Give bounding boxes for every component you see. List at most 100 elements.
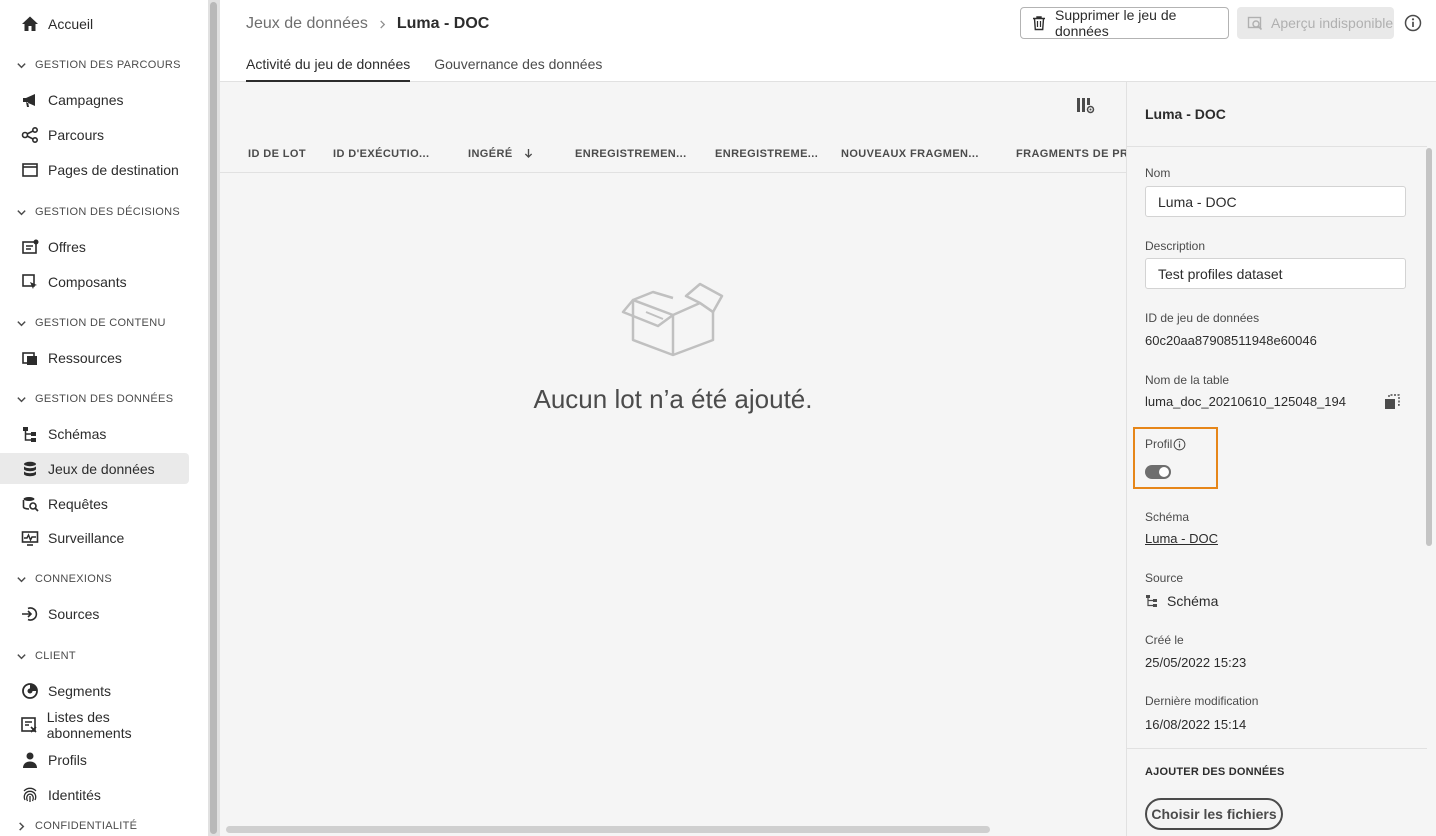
chevron-down-icon: [15, 206, 27, 218]
sidebar-item-label: Campagnes: [48, 91, 124, 108]
sidebar-item-landing-pages[interactable]: Pages de destination: [0, 154, 189, 185]
copy-icon[interactable]: [1383, 393, 1401, 411]
sidebar-item-label: Accueil: [48, 15, 94, 32]
description-field[interactable]: [1145, 258, 1406, 289]
sidebar-section-journeys[interactable]: GESTION DES PARCOURS: [0, 55, 189, 75]
schema-label: Schéma: [1145, 510, 1190, 524]
section-label: GESTION DES PARCOURS: [35, 59, 181, 71]
add-data-heading: AJOUTER DES DONNÉES: [1145, 766, 1285, 778]
sidebar-item-offers[interactable]: Offres: [0, 231, 189, 262]
sidebar-item-segments[interactable]: Segments: [0, 675, 189, 706]
schema-link[interactable]: Luma - DOC: [1145, 531, 1218, 546]
source-label: Source: [1145, 571, 1184, 585]
sidebar-section-privacy[interactable]: CONFIDENTIALITÉ: [0, 816, 189, 836]
tab-dataset-activity[interactable]: Activité du jeu de données: [246, 52, 411, 82]
column-header-ingested[interactable]: INGÉRÉ: [468, 148, 533, 162]
sidebar-item-label: Sources: [48, 605, 100, 622]
sidebar-item-components[interactable]: Composants: [0, 266, 189, 297]
preview-dataset-label: Aperçu indisponible: [1271, 15, 1394, 31]
chevron-right-icon: [378, 17, 387, 32]
sidebar-item-queries[interactable]: Requêtes: [0, 488, 189, 519]
table-header: ID DE LOT ID D'EXÉCUTIO... INGÉRÉ ENREGI…: [220, 134, 1126, 173]
chevron-down-icon: [15, 317, 27, 329]
profile-label: Profil: [1145, 437, 1186, 451]
section-label: CONNEXIONS: [35, 573, 112, 585]
trash-icon: [1031, 15, 1047, 31]
info-icon[interactable]: [1404, 14, 1422, 32]
sidebar-item-sources[interactable]: Sources: [0, 598, 189, 629]
name-field[interactable]: [1145, 186, 1406, 217]
tab-data-governance[interactable]: Gouvernance des données: [434, 52, 602, 82]
sidebar-item-label: Profils: [48, 751, 87, 768]
preview-dataset-button[interactable]: Aperçu indisponible: [1237, 7, 1394, 39]
empty-box-icon: [621, 282, 724, 357]
created-label: Créé le: [1145, 633, 1184, 647]
breadcrumb: Jeux de données Luma - DOC: [246, 14, 489, 34]
tab-bar: Activité du jeu de données Gouvernance d…: [246, 52, 626, 82]
sidebar-item-label: Segments: [48, 682, 112, 699]
table-name-value: luma_doc_20210610_125048_194: [1145, 394, 1346, 409]
section-label: CLIENT: [35, 650, 76, 662]
schema-icon: [1145, 594, 1159, 608]
journey-icon: [20, 126, 40, 144]
sidebar: Accueil GESTION DES PARCOURS Campagnes P…: [0, 0, 206, 836]
profile-label-text: Profil: [1145, 437, 1173, 451]
sidebar-item-label: Pages de destination: [48, 161, 179, 178]
batch-table-area: ID DE LOT ID D'EXÉCUTIO... INGÉRÉ ENREGI…: [220, 82, 1126, 836]
column-header-profile-fragments[interactable]: FRAGMENTS DE PRO: [1016, 148, 1126, 160]
description-label: Description: [1145, 239, 1206, 253]
column-header-run-id[interactable]: ID D'EXÉCUTIO...: [333, 148, 429, 160]
breadcrumb-datasets-link[interactable]: Jeux de données: [246, 15, 368, 33]
sidebar-section-decisions[interactable]: GESTION DES DÉCISIONS: [0, 202, 189, 222]
preview-icon: [1247, 15, 1263, 31]
info-icon[interactable]: [1173, 438, 1186, 451]
sidebar-item-label: Surveillance: [48, 529, 125, 546]
sidebar-section-connections[interactable]: CONNEXIONS: [0, 569, 189, 589]
horizontal-scrollbar[interactable]: [226, 826, 990, 833]
column-header-new-fragments[interactable]: NOUVEAUX FRAGMEN...: [841, 148, 979, 160]
column-header-label: INGÉRÉ: [468, 148, 513, 160]
page-header: Jeux de données Luma - DOC Supprimer le …: [220, 0, 1436, 82]
sidebar-item-journeys[interactable]: Parcours: [0, 119, 189, 150]
sidebar-item-schemas[interactable]: Schémas: [0, 418, 189, 449]
database-icon: [20, 460, 40, 478]
sidebar-item-identities[interactable]: Identités: [0, 779, 189, 810]
sidebar-item-subscription-lists[interactable]: Listes des abonnements: [0, 709, 189, 741]
monitoring-icon: [20, 529, 40, 547]
sidebar-section-content[interactable]: GESTION DE CONTENU: [0, 313, 189, 333]
sidebar-scrollbar-thumb[interactable]: [210, 2, 217, 834]
sidebar-section-client[interactable]: CLIENT: [0, 646, 189, 666]
sidebar-item-label: Parcours: [48, 126, 105, 143]
chevron-down-icon: [15, 573, 27, 585]
choose-files-button[interactable]: Choisir les fichiers: [1145, 798, 1283, 830]
sidebar-item-label: Schémas: [48, 425, 107, 442]
column-header-batch-id[interactable]: ID DE LOT: [248, 148, 306, 160]
column-settings-icon[interactable]: [1076, 96, 1096, 116]
sidebar-section-data[interactable]: GESTION DES DONNÉES: [0, 389, 189, 409]
megaphone-icon: [20, 91, 40, 109]
delete-dataset-button[interactable]: Supprimer le jeu de données: [1020, 7, 1229, 39]
source-value: Schéma: [1167, 593, 1219, 609]
name-label: Nom: [1145, 166, 1171, 180]
schema-icon: [20, 425, 40, 443]
sidebar-item-profiles[interactable]: Profils: [0, 744, 189, 775]
panel-scrollbar[interactable]: [1426, 148, 1432, 546]
user-icon: [20, 751, 40, 769]
sidebar-item-campaigns[interactable]: Campagnes: [0, 84, 189, 115]
toggle-knob: [1159, 467, 1169, 477]
segments-icon: [20, 682, 40, 700]
sidebar-item-label: Requêtes: [48, 495, 108, 512]
home-icon: [20, 15, 40, 33]
column-header-records[interactable]: ENREGISTREMEN...: [575, 148, 687, 160]
column-header-records-2[interactable]: ENREGISTREME...: [715, 148, 818, 160]
sidebar-item-datasets[interactable]: Jeux de données: [0, 453, 189, 484]
sidebar-item-home[interactable]: Accueil: [0, 8, 189, 39]
delete-dataset-label: Supprimer le jeu de données: [1055, 7, 1177, 39]
profile-toggle[interactable]: [1145, 465, 1171, 479]
chevron-down-icon: [15, 650, 27, 662]
chevron-down-icon: [15, 393, 27, 405]
query-icon: [20, 495, 40, 513]
sidebar-item-resources[interactable]: Ressources: [0, 342, 189, 373]
table-name-label: Nom de la table: [1145, 373, 1230, 387]
sidebar-item-monitoring[interactable]: Surveillance: [0, 522, 189, 553]
